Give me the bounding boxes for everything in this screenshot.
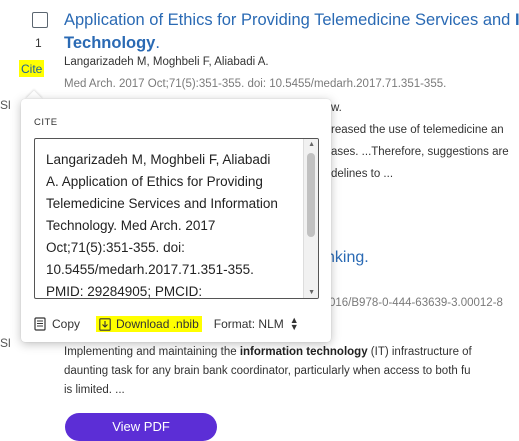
- textarea-scrollbar[interactable]: ▲ ▼: [303, 139, 318, 298]
- citation-textarea[interactable]: Langarizadeh M, Moghbeli F, Aliabadi A. …: [34, 138, 319, 299]
- cite-popup-title: CITE: [34, 117, 58, 128]
- scrollbar-thumb[interactable]: [307, 153, 315, 237]
- snippet-fragment: w.: [331, 102, 342, 114]
- title-text: Application of Ethics for Providing Tele…: [64, 11, 515, 29]
- result-title-link[interactable]: Application of Ethics for Providing Tele…: [64, 9, 519, 55]
- scroll-down-icon[interactable]: ▼: [308, 289, 315, 296]
- title-line2-suffix: .: [155, 34, 160, 52]
- download-nbib-button[interactable]: Download .nbib: [96, 316, 202, 332]
- download-label: Download .nbib: [116, 317, 199, 331]
- format-label: Format: NLM: [213, 317, 284, 331]
- result-citation: Med Arch. 2017 Oct;71(5):351-355. doi: 1…: [64, 78, 447, 90]
- snippet-line: daunting task for any brain bank coordin…: [64, 365, 471, 377]
- snippet-fragment: reased the use of telemedicine an: [331, 124, 504, 136]
- share-label[interactable]: Sl: [0, 98, 11, 112]
- result-authors: Langarizadeh M, Moghbeli F, Aliabadi A.: [64, 56, 269, 68]
- snippet-fragment: ases. ...Therefore, suggestions are: [331, 146, 509, 158]
- snippet-text: Implementing and maintaining the: [64, 346, 240, 358]
- format-select[interactable]: Format: NLM ▲ ▼: [213, 315, 299, 332]
- copy-label: Copy: [52, 317, 81, 331]
- select-result-checkbox[interactable]: [32, 12, 48, 28]
- result2-doi: 016/B978-0-444-63639-3.00012-8: [329, 297, 503, 309]
- snippet-highlight: information technology: [239, 346, 368, 358]
- result-number: 1: [35, 36, 42, 50]
- view-pdf-button[interactable]: View PDF: [65, 413, 217, 441]
- cite-actions: Copy Download .nbib Format: NLM ▲ ▼: [34, 315, 299, 333]
- snippet-fragment: delines to ...: [331, 168, 394, 180]
- title-bold-text: In: [514, 11, 519, 29]
- snippet-line: is limited. ...: [64, 384, 125, 396]
- download-icon: [99, 317, 111, 331]
- copy-icon: [34, 317, 46, 331]
- result2-title-link[interactable]: nking.: [326, 249, 369, 267]
- title-line2: Technology: [64, 34, 156, 52]
- copy-button[interactable]: Copy: [34, 317, 80, 331]
- citation-text: Langarizadeh M, Moghbeli F, Aliabadi A. …: [46, 152, 278, 299]
- scroll-up-icon[interactable]: ▲: [308, 141, 315, 148]
- cite-popup: CITE Langarizadeh M, Moghbeli F, Aliabad…: [21, 99, 331, 342]
- snippet-text: (IT) infrastructure of: [367, 346, 472, 358]
- cite-button[interactable]: Cite: [19, 60, 45, 77]
- updown-icon: ▲ ▼: [289, 315, 299, 332]
- result2-snippet: Implementing and maintaining the informa…: [64, 343, 519, 400]
- share-label-2[interactable]: Sl: [0, 336, 11, 350]
